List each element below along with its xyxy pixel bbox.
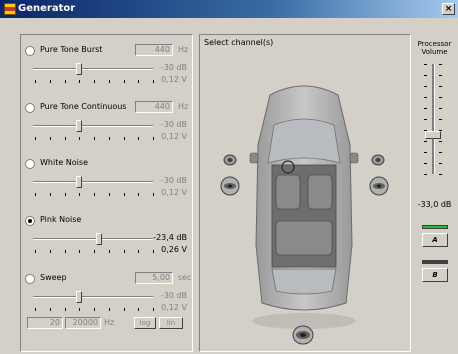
- sweep-from-input[interactable]: 20: [27, 317, 63, 329]
- sweep-unit: Hz: [104, 318, 115, 327]
- signal-panel: Pure Tone Burst 440 Hz -30 dB 0,12 V Pur…: [20, 34, 193, 352]
- frequency-input[interactable]: 440: [135, 44, 173, 56]
- level-slider-thumb[interactable]: [76, 176, 82, 188]
- radio-white-noise[interactable]: [25, 159, 35, 169]
- led-a: [422, 225, 448, 229]
- level-volts: 0,12 V: [161, 132, 187, 141]
- radio-label: Pure Tone Burst: [40, 45, 103, 54]
- radio-pure-tone-continuous[interactable]: [25, 103, 35, 113]
- volume-ticks: [424, 64, 446, 175]
- level-volts: 0,26 V: [161, 245, 187, 254]
- radio-label: Pink Noise: [40, 215, 82, 224]
- volume-slider-track[interactable]: [432, 64, 435, 174]
- level-db: -30 dB: [160, 291, 187, 300]
- unit-label: Hz: [178, 45, 189, 54]
- radio-label: White Noise: [40, 158, 88, 167]
- generator-window: Pure Tone Burst 440 Hz -30 dB 0,12 V Pur…: [0, 18, 458, 354]
- speaker-icon-front-left[interactable]: [220, 176, 240, 196]
- processor-volume-label: Processor Volume: [411, 40, 458, 56]
- level-slider-thumb[interactable]: [96, 233, 102, 245]
- radio-pure-tone-burst[interactable]: [25, 46, 35, 56]
- level-volts: 0,12 V: [161, 188, 187, 197]
- processor-label-line1: Processor: [417, 40, 452, 48]
- unit-label: Hz: [178, 102, 189, 111]
- processor-volume-panel: Processor Volume -33,0 dB A B: [411, 34, 458, 352]
- speaker-icon-front-left-tweeter[interactable]: [223, 154, 237, 166]
- level-slider-thumb[interactable]: [76, 291, 82, 303]
- unit-label: sec: [178, 273, 192, 282]
- level-db: -30 dB: [160, 176, 187, 185]
- speaker-icon-front-right-tweeter[interactable]: [371, 154, 385, 166]
- level-slider-thumb[interactable]: [76, 63, 82, 75]
- sweep-to-input[interactable]: 20000: [65, 317, 101, 329]
- level-db: -23,4 dB: [153, 233, 187, 242]
- level-slider-track[interactable]: [33, 296, 153, 298]
- level-slider-track[interactable]: [33, 181, 153, 183]
- lin-button[interactable]: lin: [159, 317, 183, 329]
- generator-icon: [4, 3, 16, 15]
- radio-pink-noise[interactable]: [25, 216, 35, 226]
- radio-label: Pure Tone Continuous: [40, 102, 127, 111]
- level-db: -30 dB: [160, 120, 187, 129]
- title-bar: Generator ×: [0, 0, 458, 18]
- radio-sweep[interactable]: [25, 274, 35, 284]
- level-db: -30 dB: [160, 63, 187, 72]
- close-button[interactable]: ×: [442, 3, 455, 15]
- processor-label-line2: Volume: [421, 48, 448, 56]
- window-title: Generator: [18, 3, 76, 14]
- slider-ticks: [35, 80, 154, 84]
- speaker-icon-subwoofer[interactable]: [292, 325, 314, 345]
- button-a[interactable]: A: [422, 233, 448, 247]
- level-volts: 0,12 V: [161, 75, 187, 84]
- log-button[interactable]: log: [134, 317, 156, 329]
- slider-ticks: [35, 308, 154, 312]
- frequency-input[interactable]: 440: [135, 101, 173, 113]
- slider-ticks: [35, 250, 154, 254]
- duration-input[interactable]: 5,00: [135, 272, 173, 284]
- volume-slider-thumb[interactable]: [425, 131, 441, 139]
- level-slider-track[interactable]: [33, 238, 153, 240]
- radio-label: Sweep: [40, 273, 67, 282]
- volume-value: -33,0 dB: [417, 200, 452, 209]
- led-b: [422, 260, 448, 264]
- level-slider-track[interactable]: [33, 125, 153, 127]
- button-b[interactable]: B: [422, 268, 448, 282]
- slider-ticks: [35, 193, 154, 197]
- speaker-icon-front-right[interactable]: [369, 176, 389, 196]
- slider-ticks: [35, 137, 154, 141]
- level-slider-thumb[interactable]: [76, 120, 82, 132]
- level-volts: 0,12 V: [161, 303, 187, 312]
- level-slider-track[interactable]: [33, 68, 153, 70]
- channel-select-panel: Select channel(s): [199, 34, 411, 352]
